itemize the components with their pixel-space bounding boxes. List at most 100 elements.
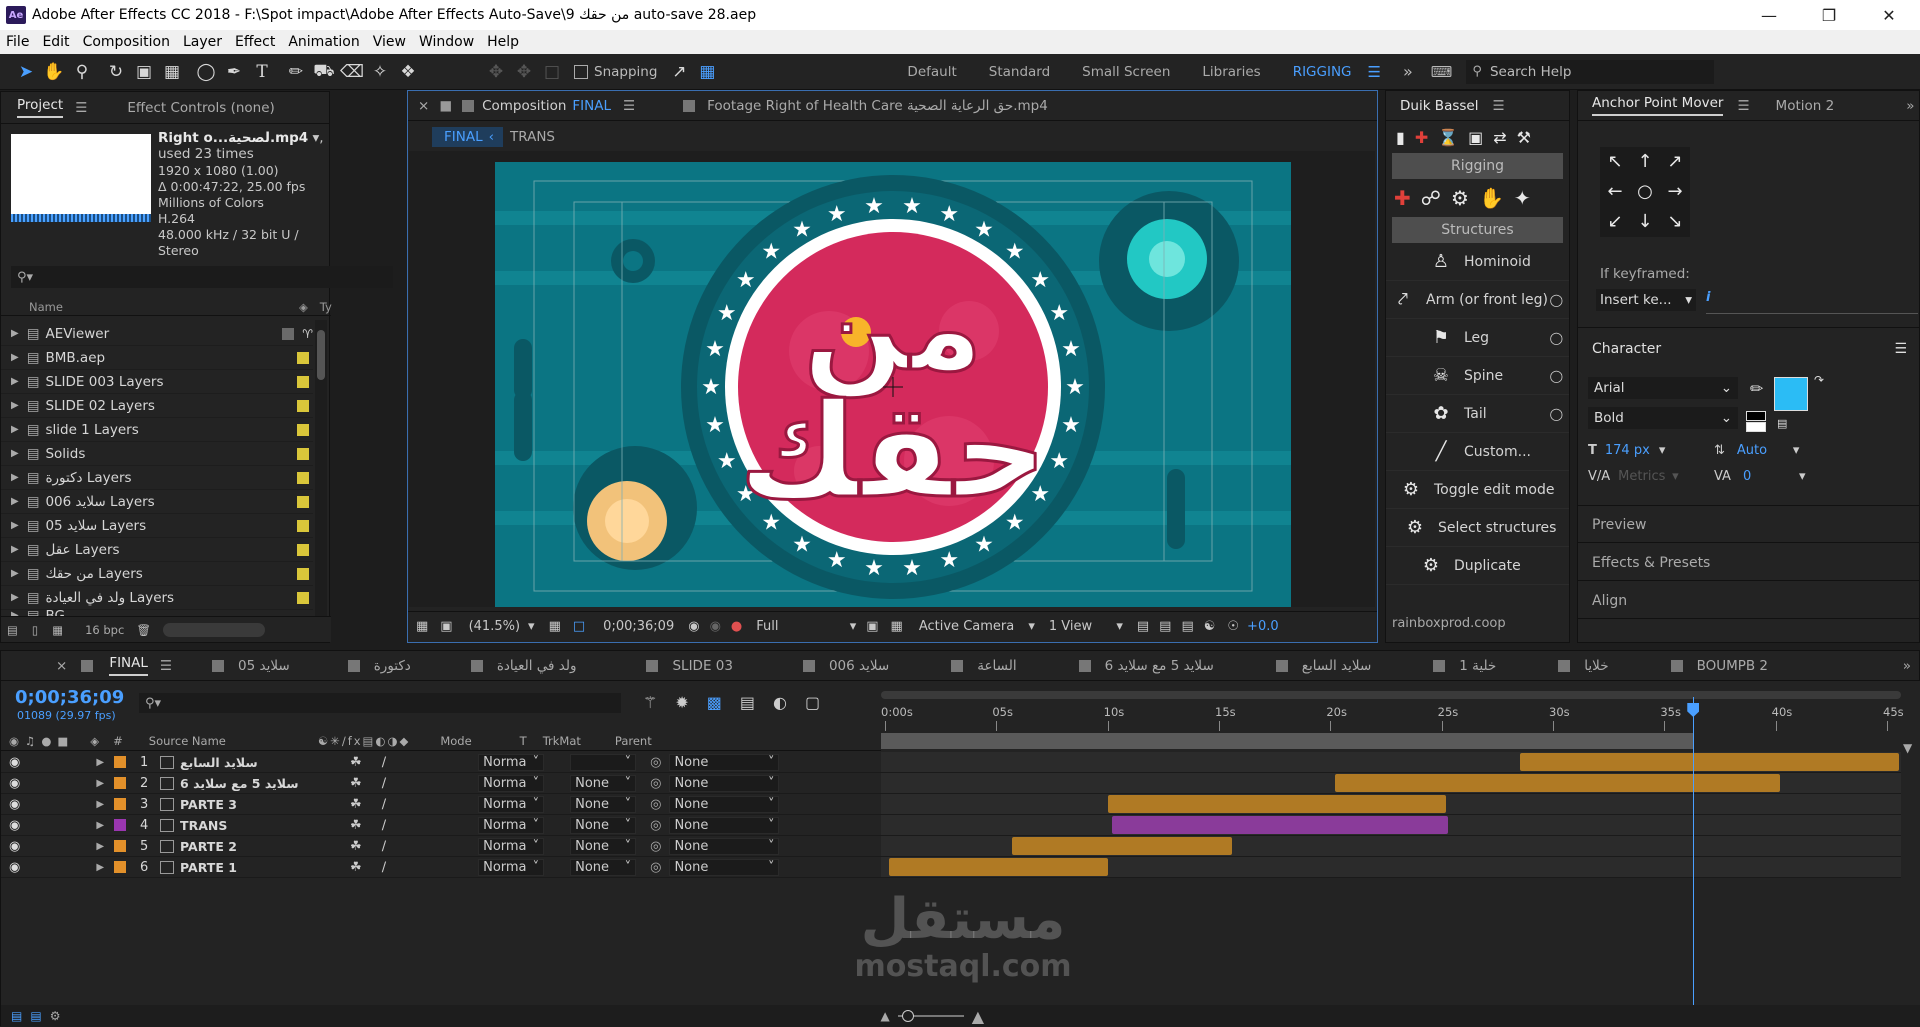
list-item[interactable]: ▶ ▤ AEViewer ♈ (1, 322, 313, 346)
expand-arrow-icon[interactable]: ▶ (11, 568, 19, 579)
list-item[interactable]: ▶ ▤ من حقك Layers (1, 562, 313, 586)
list-item[interactable]: ▶ ▤ ولد في العيادة Layers (1, 586, 313, 610)
radio-icon[interactable]: ◯ (1550, 369, 1563, 383)
tab-effect-controls[interactable]: Effect Controls (none) (127, 100, 274, 116)
duik-spine[interactable]: ☠ Spine ◯ (1386, 357, 1569, 395)
list-item[interactable]: ▶ ▤ SLIDE 02 Layers (1, 394, 313, 418)
chevron-down-icon[interactable]: ▾ (1672, 469, 1679, 484)
layer-name[interactable]: TRANS (180, 818, 350, 833)
list-item[interactable]: ▶ ▤ BMB.aep (1, 346, 313, 370)
anchor-bottom-right-icon[interactable]: ↘ (1660, 207, 1690, 237)
info-icon[interactable]: i (1706, 290, 1710, 305)
panel-preview[interactable]: Preview (1578, 507, 1920, 543)
mode-dropdown[interactable]: Norma ˅ (478, 795, 545, 813)
parent-dropdown[interactable]: None ˅ (669, 837, 780, 855)
expand-arrow-icon[interactable]: ▶ (11, 424, 19, 435)
label-color[interactable] (297, 351, 309, 364)
snap-grid-icon[interactable]: ▦ (693, 58, 721, 86)
expand-time-icon[interactable]: ⚙ (50, 1009, 61, 1023)
timeline-current-time[interactable]: 0;00;36;09 (15, 687, 124, 708)
menu-edit[interactable]: Edit (36, 34, 76, 50)
expand-switches-icon[interactable]: ▤ (11, 1009, 22, 1023)
label-color[interactable] (297, 591, 309, 604)
duik-footer-link[interactable]: rainboxprod.coop (1392, 616, 1506, 631)
swap-colors-icon[interactable]: ↷ (1814, 373, 1824, 387)
snap-feather-icon[interactable]: ↗ (665, 58, 693, 86)
duik-menu-icon[interactable]: ☰ (1492, 98, 1504, 114)
workspace-libraries[interactable]: Libraries (1202, 64, 1260, 80)
timeline-tab[interactable]: SLIDE 03 (672, 658, 732, 674)
layer-row[interactable]: ◉ ▶ 6 PARTE 1 ☘ ∕ Norma ˅ None ˅ ◎ None ˅ (1, 857, 881, 878)
layer-row[interactable]: ◉ ▶ 3 PARTE 3 ☘ ∕ Norma ˅ None ˅ ◎ None ˅ (1, 794, 881, 815)
mode-dropdown[interactable]: Norma ˅ (478, 816, 545, 834)
anchor-center-icon[interactable]: ○ (1630, 177, 1660, 207)
quality-icon[interactable]: ∕ (382, 755, 386, 770)
section-structures[interactable]: Structures (1392, 217, 1563, 243)
hourglass-icon[interactable]: ⌛ (1438, 128, 1458, 147)
trkmat-dropdown[interactable]: ˅ (570, 753, 637, 771)
quality-icon[interactable]: ∕ (382, 860, 386, 875)
mask-visibility-icon[interactable]: □ (573, 619, 585, 634)
pickwhip-icon[interactable]: ◎ (650, 839, 661, 854)
view-axis-icon[interactable]: □ (538, 58, 566, 86)
comp-flowchart-icon[interactable]: ⚚ (643, 693, 657, 712)
swap-icon[interactable]: ⇄ (1493, 128, 1506, 147)
playhead[interactable] (1693, 697, 1695, 1027)
lock-icon[interactable]: ■ (439, 98, 452, 114)
tab-anchor-point-mover[interactable]: Anchor Point Mover (1592, 95, 1724, 116)
solo-switch-icon[interactable]: ● (41, 734, 51, 748)
duik-custom[interactable]: ╱ Custom... (1386, 433, 1569, 471)
show-snapshot-icon[interactable]: ◉ (710, 619, 721, 634)
layer-name[interactable]: سلايد السابع (180, 755, 350, 770)
insert-keyframe-dropdown[interactable]: Insert ke... ▾ (1596, 289, 1696, 311)
project-search-field[interactable]: ⚲▾ (11, 266, 393, 288)
collapse-transform-icon[interactable]: ☘ (350, 797, 362, 812)
anchor-top-right-icon[interactable]: ↗ (1660, 147, 1690, 177)
label-color[interactable] (297, 471, 309, 484)
layer-name[interactable]: PARTE 2 (180, 839, 350, 854)
duik-hominoid[interactable]: ♙ Hominoid (1386, 243, 1569, 281)
rotate-tool-icon[interactable]: ↻ (102, 58, 130, 86)
zoom-out-icon[interactable]: ▲ (880, 1009, 889, 1023)
layer-row[interactable]: ◉ ▶ 2 سلايد 5 مع سلايد 6 ☘ ∕ Norma ˅ None ˅ ◎ None ˅ (1, 773, 881, 794)
pickwhip-icon[interactable]: ◎ (650, 776, 661, 791)
layer-search-field[interactable]: ⚲▾ (139, 693, 621, 713)
viewer-canvas[interactable]: ★★★★★★★★★★★★★★★★★★★★★★ ★ ★ ★★★★★★ من حقك (409, 151, 1375, 611)
pen-tool-icon[interactable]: ✒ (220, 58, 248, 86)
roto-brush-tool-icon[interactable]: ✧ (366, 58, 394, 86)
column-name[interactable]: Name (29, 300, 63, 314)
view-layout-dropdown[interactable]: 1 View ▾ (1049, 619, 1123, 634)
fast-previews-icon[interactable]: ▤ (1159, 619, 1171, 634)
section-rigging[interactable]: Rigging (1392, 153, 1563, 179)
panel-align[interactable]: Align (1578, 583, 1920, 619)
frame-blending-icon[interactable]: ▤ (740, 693, 755, 712)
eraser-tool-icon[interactable]: ⌫ (338, 58, 366, 86)
eye-icon[interactable]: ◉ (9, 860, 20, 875)
label-color[interactable] (297, 543, 309, 556)
timeline-toggle-icon[interactable]: ▤ (1181, 619, 1193, 634)
expand-arrow-icon[interactable]: ▶ (11, 448, 19, 459)
layer-duration-bar[interactable] (1112, 816, 1449, 834)
expand-arrow-icon[interactable]: ▶ (11, 400, 19, 411)
new-folder-icon[interactable]: ▯ (32, 623, 38, 637)
list-item[interactable]: ▶ ▤ 05 سلايد Layers (1, 514, 313, 538)
zoom-level[interactable]: (41.5%) (469, 619, 520, 634)
timeline-tab[interactable]: الساعة (977, 658, 1016, 674)
expand-arrow-icon[interactable]: ▶ (96, 778, 104, 789)
reset-exposure-icon[interactable]: ☉ (1227, 619, 1239, 634)
timeline-tab[interactable]: سلايد 05 (238, 658, 290, 674)
layer-duration-bar[interactable] (1107, 795, 1447, 813)
pickwhip-icon[interactable]: ◎ (650, 860, 661, 875)
menu-window[interactable]: Window (413, 34, 481, 50)
workspace-overflow-icon[interactable]: » (1403, 62, 1413, 81)
collapse-transform-icon[interactable]: ☘ (350, 818, 362, 833)
quality-icon[interactable]: ∕ (382, 797, 386, 812)
expand-arrow-icon[interactable]: ▶ (11, 520, 19, 531)
breadcrumb-trans[interactable]: TRANS (510, 129, 555, 145)
expand-arrow-icon[interactable]: ▶ (11, 376, 19, 387)
video-switch-icon[interactable]: ◉ (9, 734, 19, 748)
zoom-slider-thumb[interactable] (901, 1010, 914, 1022)
monitor-icon[interactable]: ▣ (440, 619, 452, 634)
tab-composition-prefix[interactable]: Composition (482, 98, 566, 114)
minimize-icon[interactable]: — (1740, 0, 1798, 30)
